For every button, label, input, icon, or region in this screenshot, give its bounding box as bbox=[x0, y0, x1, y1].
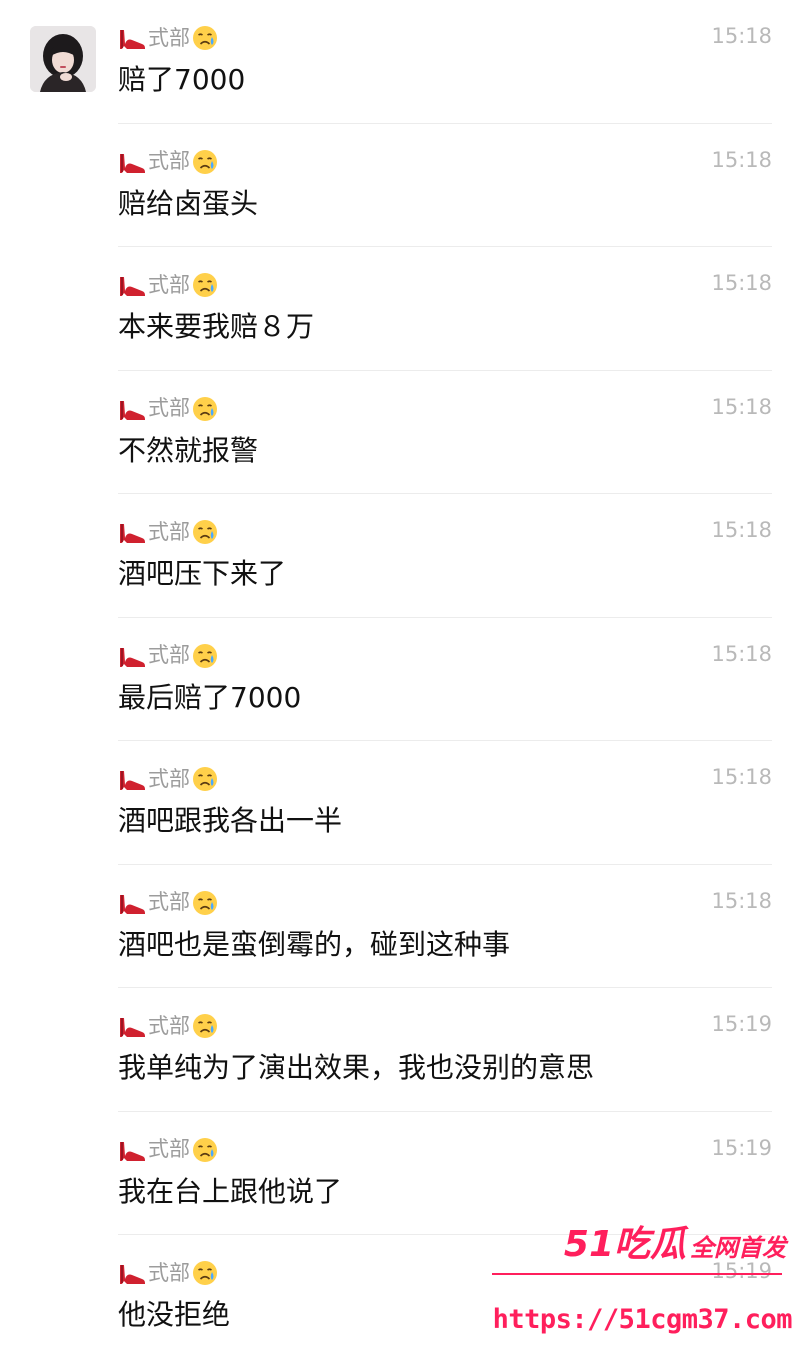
watermark: 51吃瓜 全网首发 https://51cgm37.com bbox=[492, 1227, 793, 1335]
message-time: 15:18 bbox=[711, 24, 772, 48]
message-item[interactable]: 式部 15:18 最后赔了7000 bbox=[118, 618, 772, 742]
sender-name: 式部 bbox=[148, 890, 190, 914]
high-heel-icon bbox=[120, 771, 145, 790]
high-heel-icon bbox=[120, 1018, 145, 1037]
message-time: 15:18 bbox=[711, 147, 772, 172]
message-item[interactable]: 式部 15:19 我单纯为了演出效果，我也没别的意思 bbox=[118, 988, 772, 1112]
message-time: 15:18 bbox=[711, 888, 772, 913]
crying-face-icon bbox=[193, 26, 217, 50]
message-text[interactable]: 酒吧压下来了 bbox=[118, 557, 286, 591]
avatar[interactable] bbox=[30, 26, 96, 92]
sender-name: 式部 bbox=[148, 1137, 190, 1161]
message-text[interactable]: 我在台上跟他说了 bbox=[118, 1175, 342, 1209]
crying-face-icon bbox=[193, 396, 217, 421]
watermark-url: https://51cgm37.com bbox=[492, 1304, 793, 1335]
message-sender[interactable]: 式部 bbox=[118, 640, 218, 672]
high-heel-icon bbox=[120, 153, 145, 173]
high-heel-icon bbox=[120, 400, 145, 420]
sender-name: 式部 bbox=[148, 643, 190, 667]
message-text[interactable]: 酒吧也是蛮倒霉的，碰到这种事 bbox=[118, 928, 510, 962]
message-item[interactable]: 式部 15:18 酒吧跟我各出一半 bbox=[118, 741, 772, 865]
watermark-brand: 51吃瓜 bbox=[563, 1224, 686, 1265]
message-time: 15:19 bbox=[711, 1135, 772, 1160]
message-item[interactable]: 式部 15:18 不然就报警 bbox=[118, 371, 772, 495]
message-sender[interactable]: 式部 bbox=[118, 269, 218, 301]
sender-name: 式部 bbox=[148, 766, 190, 791]
crying-face-icon bbox=[193, 643, 217, 668]
message-sender[interactable]: 式部 bbox=[118, 393, 218, 425]
message-time: 15:18 bbox=[711, 641, 772, 666]
crying-face-icon bbox=[193, 520, 217, 544]
high-heel-icon bbox=[120, 524, 145, 543]
message-time: 15:18 bbox=[711, 765, 772, 789]
message-text[interactable]: 赔了7000 bbox=[118, 63, 245, 97]
message-sender[interactable]: 式部 bbox=[118, 22, 218, 54]
message-time: 15:19 bbox=[711, 1012, 772, 1036]
sender-name: 式部 bbox=[148, 396, 190, 420]
message-text[interactable]: 他没拒绝 bbox=[118, 1298, 230, 1332]
message-item[interactable]: 式部 15:18 本来要我赔８万 bbox=[118, 247, 772, 371]
crying-face-icon bbox=[193, 1014, 217, 1038]
high-heel-icon bbox=[120, 1265, 145, 1284]
high-heel-icon bbox=[120, 1141, 145, 1161]
watermark-underline bbox=[492, 1273, 782, 1275]
message-time: 15:18 bbox=[711, 518, 772, 542]
message-text[interactable]: 赔给卤蛋头 bbox=[118, 187, 258, 221]
sender-name: 式部 bbox=[148, 272, 190, 297]
crying-face-icon bbox=[193, 149, 217, 174]
crying-face-icon bbox=[193, 273, 217, 297]
sender-name: 式部 bbox=[148, 519, 190, 544]
sender-name: 式部 bbox=[148, 25, 190, 50]
crying-face-icon bbox=[193, 1137, 217, 1162]
message-sender[interactable]: 式部 bbox=[118, 516, 218, 548]
message-text[interactable]: 不然就报警 bbox=[118, 434, 258, 468]
message-text[interactable]: 最后赔了7000 bbox=[118, 681, 301, 715]
crying-face-icon bbox=[193, 890, 217, 915]
message-sender[interactable]: 式部 bbox=[118, 763, 218, 795]
message-list: 式部 15:18 赔了7000 式部 15:18 赔给卤蛋头 式部 15:18 … bbox=[118, 0, 772, 1359]
crying-face-icon bbox=[193, 767, 217, 791]
sender-name: 式部 bbox=[148, 1013, 190, 1038]
high-heel-icon bbox=[120, 894, 145, 914]
message-text[interactable]: 我单纯为了演出效果，我也没别的意思 bbox=[118, 1051, 594, 1085]
message-sender[interactable]: 式部 bbox=[118, 1010, 218, 1042]
message-time: 15:18 bbox=[711, 271, 772, 295]
avatar-image bbox=[30, 26, 96, 92]
message-sender[interactable]: 式部 bbox=[118, 887, 218, 919]
message-sender[interactable]: 式部 bbox=[118, 146, 218, 178]
high-heel-icon bbox=[120, 30, 145, 49]
message-sender[interactable]: 式部 bbox=[118, 1257, 218, 1289]
message-item[interactable]: 式部 15:18 赔了7000 bbox=[118, 0, 772, 124]
watermark-tagline: 全网首发 bbox=[690, 1234, 786, 1262]
message-item[interactable]: 式部 15:19 我在台上跟他说了 bbox=[118, 1112, 772, 1236]
high-heel-icon bbox=[120, 647, 145, 667]
watermark-heading: 51吃瓜 全网首发 bbox=[564, 1227, 786, 1263]
message-sender[interactable]: 式部 bbox=[118, 1134, 218, 1166]
sender-name: 式部 bbox=[148, 149, 190, 173]
crying-face-icon bbox=[193, 1261, 217, 1285]
message-item[interactable]: 式部 15:18 酒吧压下来了 bbox=[118, 494, 772, 618]
message-item[interactable]: 式部 15:18 赔给卤蛋头 bbox=[118, 124, 772, 248]
message-item[interactable]: 式部 15:18 酒吧也是蛮倒霉的，碰到这种事 bbox=[118, 865, 772, 989]
message-text[interactable]: 本来要我赔８万 bbox=[118, 310, 314, 344]
high-heel-icon bbox=[120, 277, 145, 296]
sender-name: 式部 bbox=[148, 1260, 190, 1285]
message-text[interactable]: 酒吧跟我各出一半 bbox=[118, 804, 342, 838]
message-time: 15:18 bbox=[711, 394, 772, 419]
